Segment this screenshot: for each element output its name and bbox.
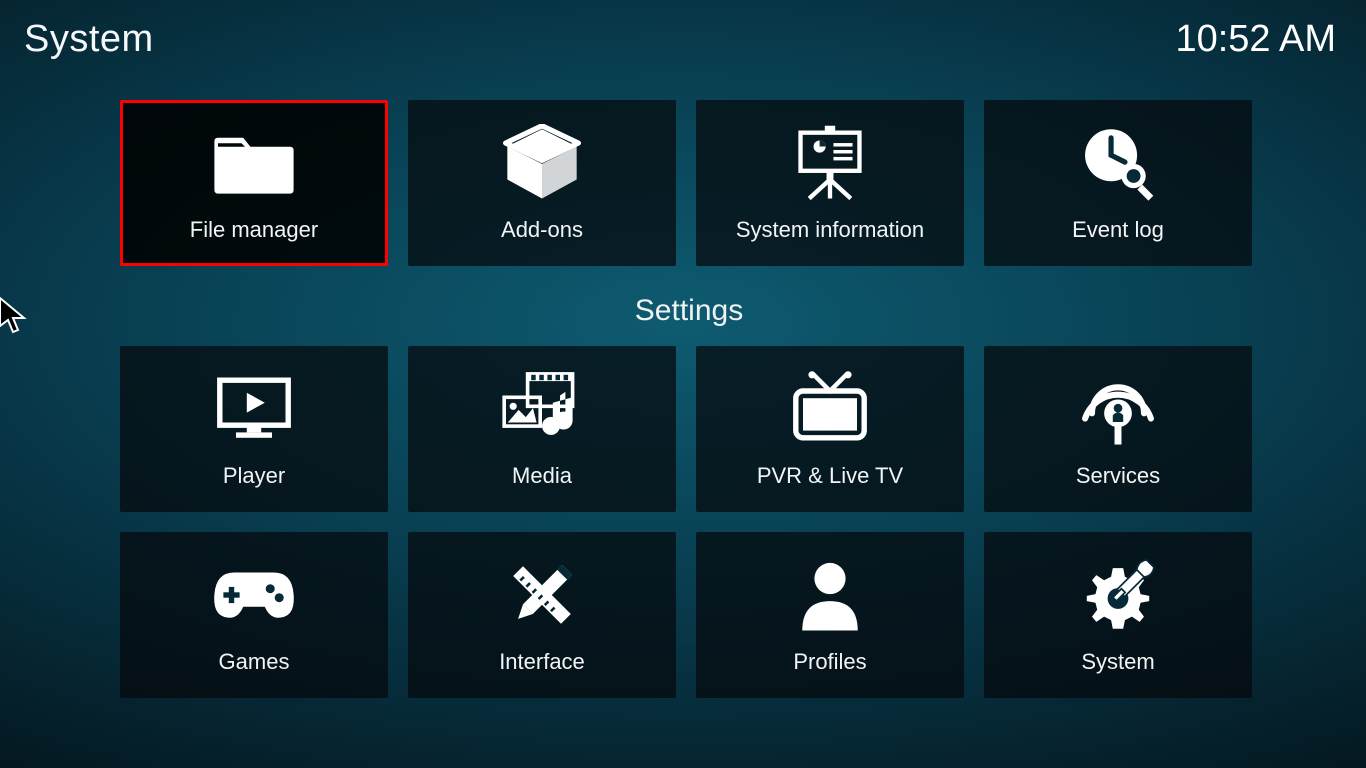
mouse-cursor-icon [0, 296, 28, 334]
clock-search-icon [1068, 123, 1168, 203]
media-collection-icon [492, 369, 592, 449]
folder-icon [204, 123, 304, 203]
tile-interface[interactable]: Interface [408, 532, 676, 698]
page-title: System [24, 18, 154, 61]
tile-label: Player [223, 463, 285, 489]
tile-label: Add-ons [501, 217, 583, 243]
top-row: File manager Add-ons System information … [120, 100, 1258, 266]
pencil-ruler-icon [492, 555, 592, 635]
tile-label: Profiles [793, 649, 866, 675]
clock: 10:52 AM [1175, 18, 1336, 61]
tile-label: File manager [190, 217, 318, 243]
gear-tool-icon [1068, 555, 1168, 635]
tv-antenna-icon [780, 369, 880, 449]
tile-label: PVR & Live TV [757, 463, 903, 489]
settings-row-2: Games Interface Profiles [120, 532, 1258, 698]
tile-games[interactable]: Games [120, 532, 388, 698]
tile-system[interactable]: System [984, 532, 1252, 698]
section-title: Settings [120, 294, 1258, 328]
monitor-play-icon [204, 369, 304, 449]
tile-media[interactable]: Media [408, 346, 676, 512]
open-box-icon [492, 123, 592, 203]
tile-label: Interface [499, 649, 585, 675]
header: System 10:52 AM [0, 0, 1366, 80]
tile-system-information[interactable]: System information [696, 100, 964, 266]
broadcast-icon [1068, 369, 1168, 449]
gamepad-icon [204, 555, 304, 635]
tile-label: System information [736, 217, 924, 243]
person-icon [780, 555, 880, 635]
tile-player[interactable]: Player [120, 346, 388, 512]
settings-grid: File manager Add-ons System information … [120, 100, 1258, 718]
tile-services[interactable]: Services [984, 346, 1252, 512]
presentation-board-icon [780, 123, 880, 203]
settings-row-1: Player Media PVR & Live TV [120, 346, 1258, 512]
tile-add-ons[interactable]: Add-ons [408, 100, 676, 266]
tile-label: Services [1076, 463, 1160, 489]
tile-profiles[interactable]: Profiles [696, 532, 964, 698]
tile-label: Media [512, 463, 572, 489]
tile-label: Event log [1072, 217, 1164, 243]
tile-event-log[interactable]: Event log [984, 100, 1252, 266]
tile-pvr-live-tv[interactable]: PVR & Live TV [696, 346, 964, 512]
tile-label: Games [219, 649, 290, 675]
tile-label: System [1081, 649, 1154, 675]
tile-file-manager[interactable]: File manager [120, 100, 388, 266]
